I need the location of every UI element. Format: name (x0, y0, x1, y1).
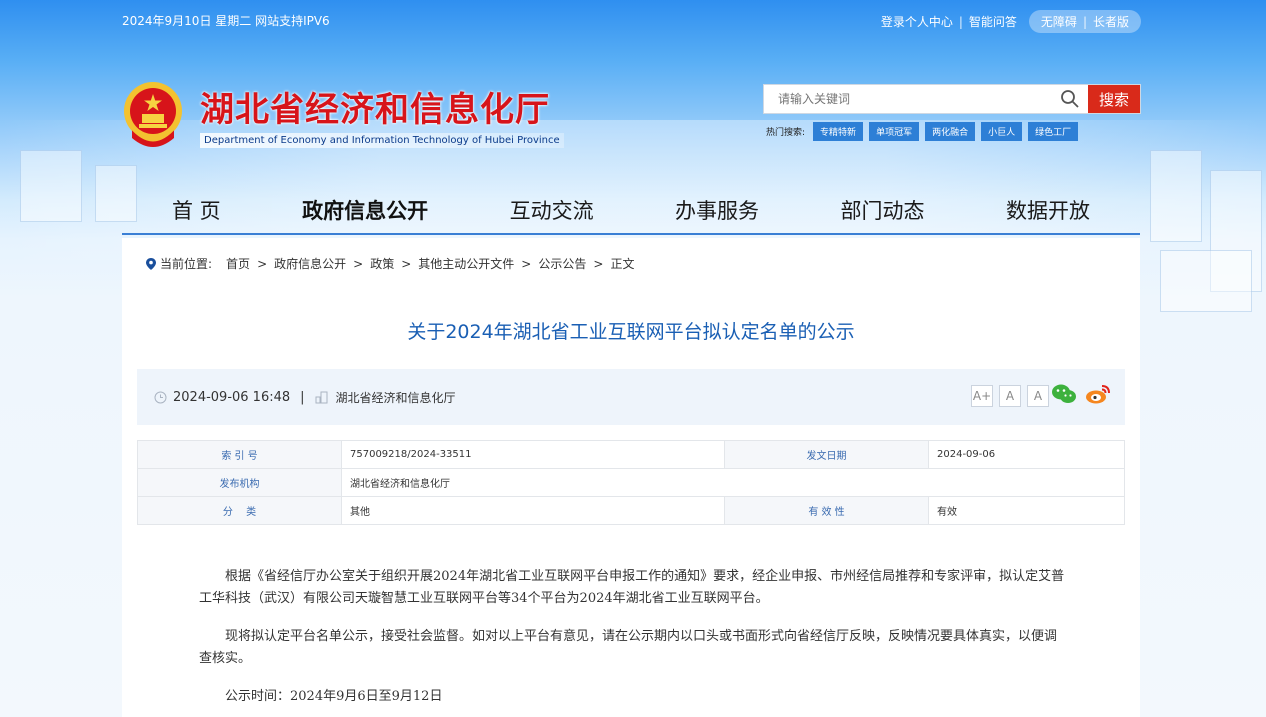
validity-value: 有效 (928, 496, 1125, 525)
document-title: 关于2024年湖北省工业互联网平台拟认定名单的公示 (407, 321, 855, 343)
body-paragraph: 公示时间：2024年9月6日至9月12日 (225, 689, 443, 704)
divider: | (1082, 14, 1087, 29)
search-button[interactable]: 搜索 (1088, 85, 1140, 113)
site-title-en: Department of Economy and Information Te… (200, 133, 564, 148)
breadcrumb-separator: > (521, 256, 532, 271)
date-value: 2024-09-06 (928, 440, 1125, 469)
issuer-value: 湖北省经济和信息化厅 (341, 468, 1125, 497)
hot-tag[interactable]: 两化融合 (925, 122, 976, 141)
publisher-name: 湖北省经济和信息化厅 (335, 390, 456, 405)
main-nav: 首 页 政府信息公开 互动交流 办事服务 部门动态 数据开放 (122, 195, 1140, 235)
skyline-building (1160, 250, 1252, 312)
skyline-building (1150, 150, 1202, 242)
breadcrumb: 当前位置: 首页 > 政府信息公开 > 政策 > 其他主动公开文件 > 公示公告… (146, 255, 634, 272)
table-row: 发布机构 湖北省经济和信息化厅 (137, 468, 1125, 497)
font-medium-button[interactable]: A (999, 385, 1021, 407)
skyline-building (20, 150, 82, 222)
hot-search-label: 热门搜索: (766, 128, 806, 138)
breadcrumb-label: 当前位置: (160, 257, 213, 271)
emblem-icon[interactable] (122, 80, 184, 150)
hot-tag[interactable]: 专精特新 (813, 122, 864, 141)
document-body: 根据《省经信厅办公室关于组织开展2024年湖北省工业互联网平台申报工作的通知》要… (199, 566, 1069, 708)
document-meta-bar: 2024-09-06 16:48 | 湖北省经济和信息化厅 A+ A A (137, 369, 1125, 425)
divider: | (300, 389, 305, 405)
breadcrumb-separator: > (353, 256, 364, 271)
top-links: 登录个人中心 | 智能问答 无障碍 | 长者版 (881, 10, 1141, 33)
font-smaller-button[interactable]: A (1027, 385, 1049, 407)
nav-gov-info[interactable]: 政府信息公开 (302, 195, 428, 233)
date-label: 发文日期 (724, 440, 929, 469)
hot-tag[interactable]: 单项冠军 (869, 122, 920, 141)
elder-mode-link[interactable]: 长者版 (1093, 13, 1129, 30)
smart-qa-link[interactable]: 智能问答 (969, 13, 1017, 30)
wechat-icon[interactable] (1051, 383, 1077, 405)
publish-datetime: 2024-09-06 16:48 (173, 389, 291, 405)
breadcrumb-separator: > (593, 256, 604, 271)
nav-home[interactable]: 首 页 (172, 195, 221, 233)
category-label: 分 类 (137, 496, 342, 525)
site-title[interactable]: 湖北省经济和信息化厅 (200, 82, 550, 131)
issuer-label: 发布机构 (137, 468, 342, 497)
breadcrumb-separator: > (401, 256, 412, 271)
top-date: 2024年9月10日 星期二 网站支持IPV6 (122, 14, 330, 28)
breadcrumb-item: 正文 (610, 257, 635, 271)
breadcrumb-item[interactable]: 首页 (226, 255, 250, 272)
weibo-icon[interactable] (1085, 383, 1111, 405)
index-value: 757009218/2024-33511 (341, 440, 725, 469)
font-size-controls: A+ A A (965, 385, 1049, 407)
login-link[interactable]: 登录个人中心 (881, 13, 953, 30)
breadcrumb-separator: > (257, 256, 268, 271)
nav-news[interactable]: 部门动态 (841, 195, 925, 233)
divider: | (958, 14, 963, 29)
table-row: 分 类 其他 有 效 性 有效 (137, 496, 1125, 525)
publisher: 湖北省经济和信息化厅 (315, 389, 456, 406)
publish-time: 2024-09-06 16:48 (154, 390, 290, 405)
nav-open-data[interactable]: 数据开放 (1006, 195, 1090, 233)
breadcrumb-item[interactable]: 其他主动公开文件 (418, 255, 514, 272)
breadcrumb-item[interactable]: 政府信息公开 (274, 255, 346, 272)
nav-interaction[interactable]: 互动交流 (510, 195, 594, 233)
content-panel: 当前位置: 首页 > 政府信息公开 > 政策 > 其他主动公开文件 > 公示公告… (122, 238, 1140, 717)
search-box: 搜索 (763, 84, 1141, 114)
table-row: 索 引 号 757009218/2024-33511 发文日期 2024-09-… (137, 440, 1125, 469)
search-input[interactable] (764, 85, 1052, 113)
share-buttons (1051, 383, 1111, 405)
search-icon[interactable] (1052, 85, 1088, 113)
hot-tag[interactable]: 小巨人 (981, 122, 1023, 141)
hot-search: 热门搜索: 专精特新 单项冠军 两化融合 小巨人 绿色工厂 (766, 122, 1084, 141)
breadcrumb-item[interactable]: 政策 (370, 255, 394, 272)
body-paragraph: 现将拟认定平台名单公示，接受社会监督。如对以上平台有意见，请在公示期内以口头或书… (199, 629, 1058, 666)
index-label: 索 引 号 (137, 440, 342, 469)
category-value: 其他 (341, 496, 725, 525)
publisher-icon (315, 391, 328, 403)
location-pin-icon (146, 257, 156, 270)
document-info-table: 索 引 号 757009218/2024-33511 发文日期 2024-09-… (137, 440, 1125, 525)
nav-services[interactable]: 办事服务 (675, 195, 759, 233)
breadcrumb-item[interactable]: 公示公告 (538, 255, 586, 272)
font-larger-button[interactable]: A+ (971, 385, 993, 407)
accessibility-pill: 无障碍 | 长者版 (1028, 10, 1141, 33)
hot-tag[interactable]: 绿色工厂 (1028, 122, 1079, 141)
validity-label: 有 效 性 (724, 496, 929, 525)
clock-icon (154, 391, 167, 403)
accessibility-link[interactable]: 无障碍 (1041, 13, 1077, 30)
body-paragraph: 根据《省经信厅办公室关于组织开展2024年湖北省工业互联网平台申报工作的通知》要… (199, 569, 1065, 606)
